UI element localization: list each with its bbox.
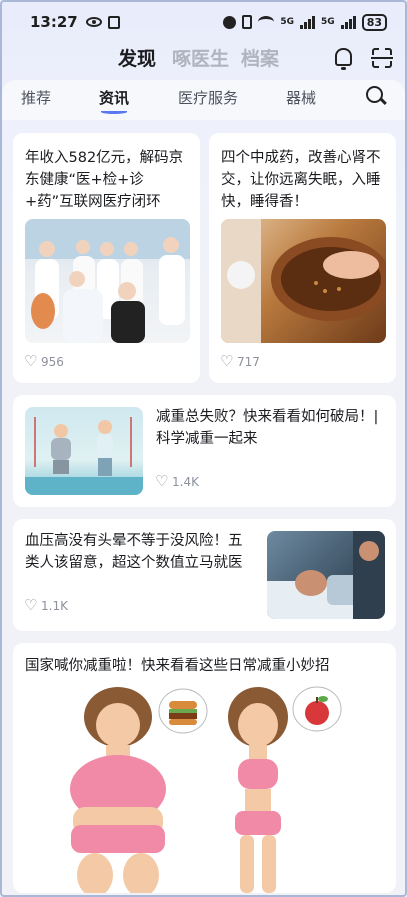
tab-news[interactable]: 资讯 bbox=[99, 87, 129, 108]
article-title: 年收入582亿元，解码京东健康“医+检+诊+药”互联网医疗闭环 bbox=[25, 150, 184, 210]
heart-icon bbox=[155, 472, 169, 490]
alarm-icon bbox=[223, 15, 237, 29]
wifi-icon bbox=[258, 16, 275, 28]
like-count[interactable]: 1.1K bbox=[24, 596, 68, 614]
article-image-doctors bbox=[25, 219, 190, 343]
active-tab-indicator bbox=[101, 110, 127, 114]
tab-discover[interactable]: 发现 bbox=[118, 44, 156, 71]
eye-icon bbox=[85, 17, 102, 27]
like-count[interactable]: 956 bbox=[24, 352, 64, 370]
network-type-2: 5G bbox=[321, 17, 335, 27]
heart-icon bbox=[24, 596, 38, 614]
like-count[interactable]: 717 bbox=[220, 352, 260, 370]
heart-icon bbox=[24, 352, 38, 370]
nfc-icon bbox=[107, 15, 120, 29]
signal-icon-2 bbox=[340, 15, 356, 29]
category-tab-bar: 推荐 资讯 医疗服务 器械 bbox=[2, 80, 405, 120]
like-count[interactable]: 1.4K bbox=[155, 472, 199, 490]
heart-icon bbox=[220, 352, 234, 370]
tab-recommend[interactable]: 推荐 bbox=[21, 87, 51, 108]
tab-medical-services[interactable]: 医疗服务 bbox=[178, 87, 238, 108]
tab-doctor[interactable]: 啄医生 bbox=[172, 44, 229, 71]
article-image-weight-loss bbox=[25, 407, 143, 495]
scan-icon[interactable] bbox=[371, 48, 393, 68]
status-bar: 13:27 5G 5G 83 bbox=[2, 2, 405, 42]
article-card[interactable]: 减重总失败？快来看看如何破局！| 科学减重一起来 1.4K bbox=[13, 395, 396, 507]
article-card[interactable]: 年收入582亿元，解码京东健康“医+检+诊+药”互联网医疗闭环 956 bbox=[13, 133, 200, 383]
article-card[interactable]: 血压高没有头晕不等于没风险！五类人该留意，超这个数值立马就医 1.1K bbox=[13, 519, 396, 631]
vibrate-icon bbox=[242, 15, 253, 29]
bell-icon[interactable] bbox=[335, 48, 352, 70]
article-card[interactable]: 四个中成药，改善心肾不交，让你远离失眠，入睡快，睡得香！ 717 bbox=[209, 133, 396, 383]
article-image-hospital-patient bbox=[267, 531, 385, 619]
status-time: 13:27 bbox=[30, 13, 78, 31]
battery-icon: 83 bbox=[361, 13, 387, 31]
top-tab-bar: 发现 啄医生 档案 bbox=[2, 44, 405, 74]
article-title: 四个中成药，改善心肾不交，让你远离失眠，入睡快，睡得香！ bbox=[221, 150, 381, 210]
signal-icon bbox=[300, 15, 316, 29]
phone-screen: 13:27 5G 5G 83 发现 啄医生 档案 推荐 资讯 医疗服务 器械 年… bbox=[0, 0, 407, 897]
article-title: 国家喊你减重啦！快来看看这些日常减重小妙招 bbox=[25, 658, 330, 674]
article-card[interactable]: 国家喊你减重啦！快来看看这些日常减重小妙招 bbox=[13, 643, 396, 893]
tab-devices[interactable]: 器械 bbox=[286, 87, 316, 108]
search-icon[interactable] bbox=[366, 86, 383, 103]
network-type-1: 5G bbox=[280, 17, 295, 27]
tab-records[interactable]: 档案 bbox=[241, 44, 279, 71]
article-title: 血压高没有头晕不等于没风险！五类人该留意，超这个数值立马就医 bbox=[25, 533, 243, 571]
article-image-weight-loss-cartoon bbox=[33, 685, 373, 893]
article-image-foot-soak bbox=[221, 219, 386, 343]
article-title: 减重总失败？快来看看如何破局！| 科学减重一起来 bbox=[156, 409, 379, 447]
